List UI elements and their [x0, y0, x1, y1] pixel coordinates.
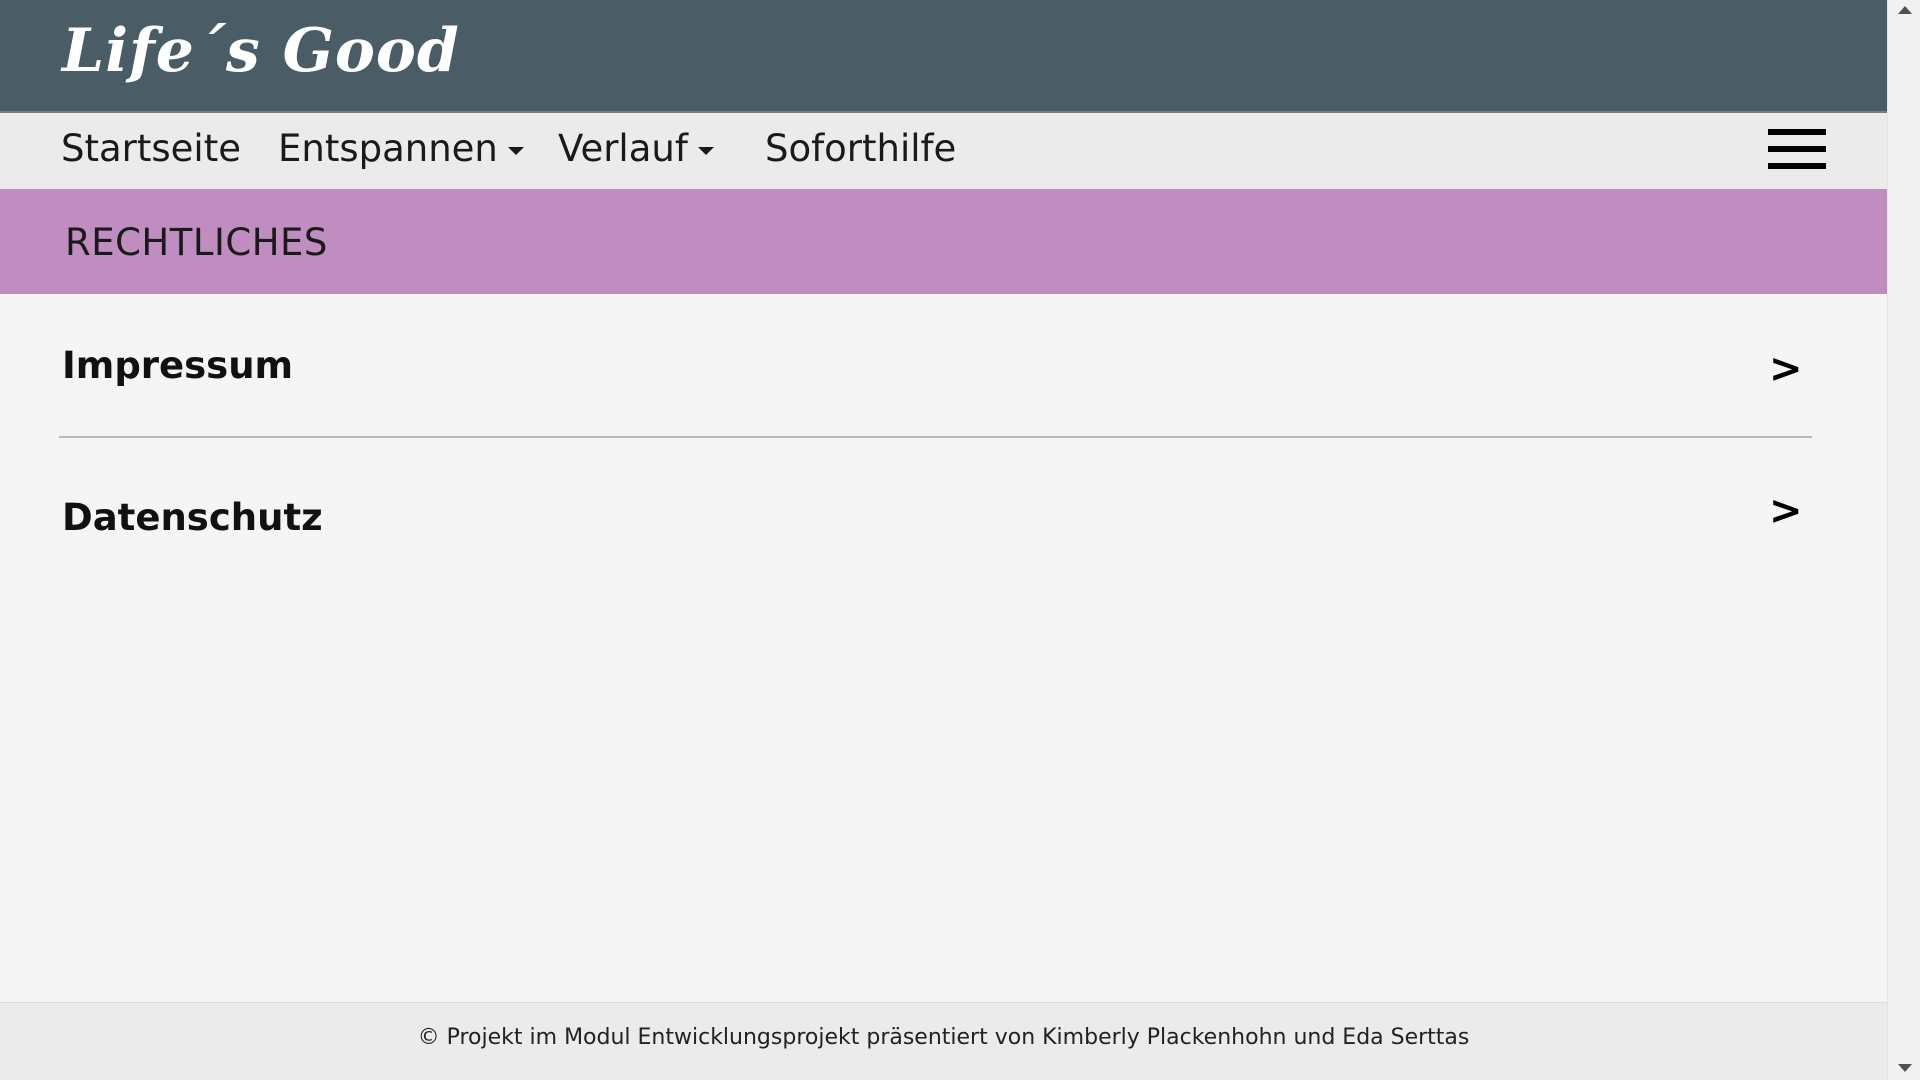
nav-item-label: Entspannen	[278, 127, 498, 170]
scroll-down-arrow-icon[interactable]	[1898, 1064, 1912, 1072]
caret-down-icon	[697, 146, 714, 155]
chevron-right-icon: >	[1769, 346, 1803, 392]
nav-item-label: Verlauf	[558, 127, 688, 170]
list-item-datenschutz[interactable]: Datenschutz >	[59, 480, 1812, 560]
list-divider	[59, 436, 1812, 438]
caret-down-icon	[507, 146, 524, 155]
site-footer: © Projekt im Modul Entwicklungsprojekt p…	[0, 1002, 1887, 1080]
hamburger-bar	[1768, 146, 1826, 152]
list-item-label: Impressum	[62, 344, 294, 387]
main-content: Life´s Good Startseite Entspannen Verlau…	[0, 0, 1887, 1080]
scroll-up-arrow-icon[interactable]	[1898, 6, 1912, 14]
footer-copyright: © Projekt im Modul Entwicklungsprojekt p…	[417, 1025, 1470, 1050]
nav-item-verlauf[interactable]: Verlauf	[558, 127, 714, 170]
section-banner: RECHTLICHES	[0, 189, 1887, 294]
nav-item-entspannen[interactable]: Entspannen	[278, 127, 524, 170]
main-navigation: Startseite Entspannen Verlauf Soforthilf…	[0, 113, 1887, 189]
site-logo[interactable]: Life´s Good	[62, 16, 460, 86]
nav-item-startseite[interactable]: Startseite	[61, 127, 241, 170]
page: Life´s Good Startseite Entspannen Verlau…	[0, 0, 1920, 1080]
nav-item-soforthilfe[interactable]: Soforthilfe	[765, 127, 956, 170]
chevron-right-icon: >	[1769, 488, 1803, 534]
vertical-scrollbar[interactable]	[1887, 0, 1920, 1080]
hamburger-menu-icon[interactable]	[1768, 129, 1826, 173]
hamburger-bar	[1768, 129, 1826, 135]
hamburger-bar	[1768, 163, 1826, 169]
list-item-impressum[interactable]: Impressum >	[59, 336, 1812, 406]
site-header: Life´s Good	[0, 0, 1887, 113]
nav-item-label: Soforthilfe	[765, 127, 957, 170]
section-title: RECHTLICHES	[65, 221, 328, 264]
list-item-label: Datenschutz	[62, 496, 323, 539]
nav-item-label: Startseite	[61, 127, 241, 170]
